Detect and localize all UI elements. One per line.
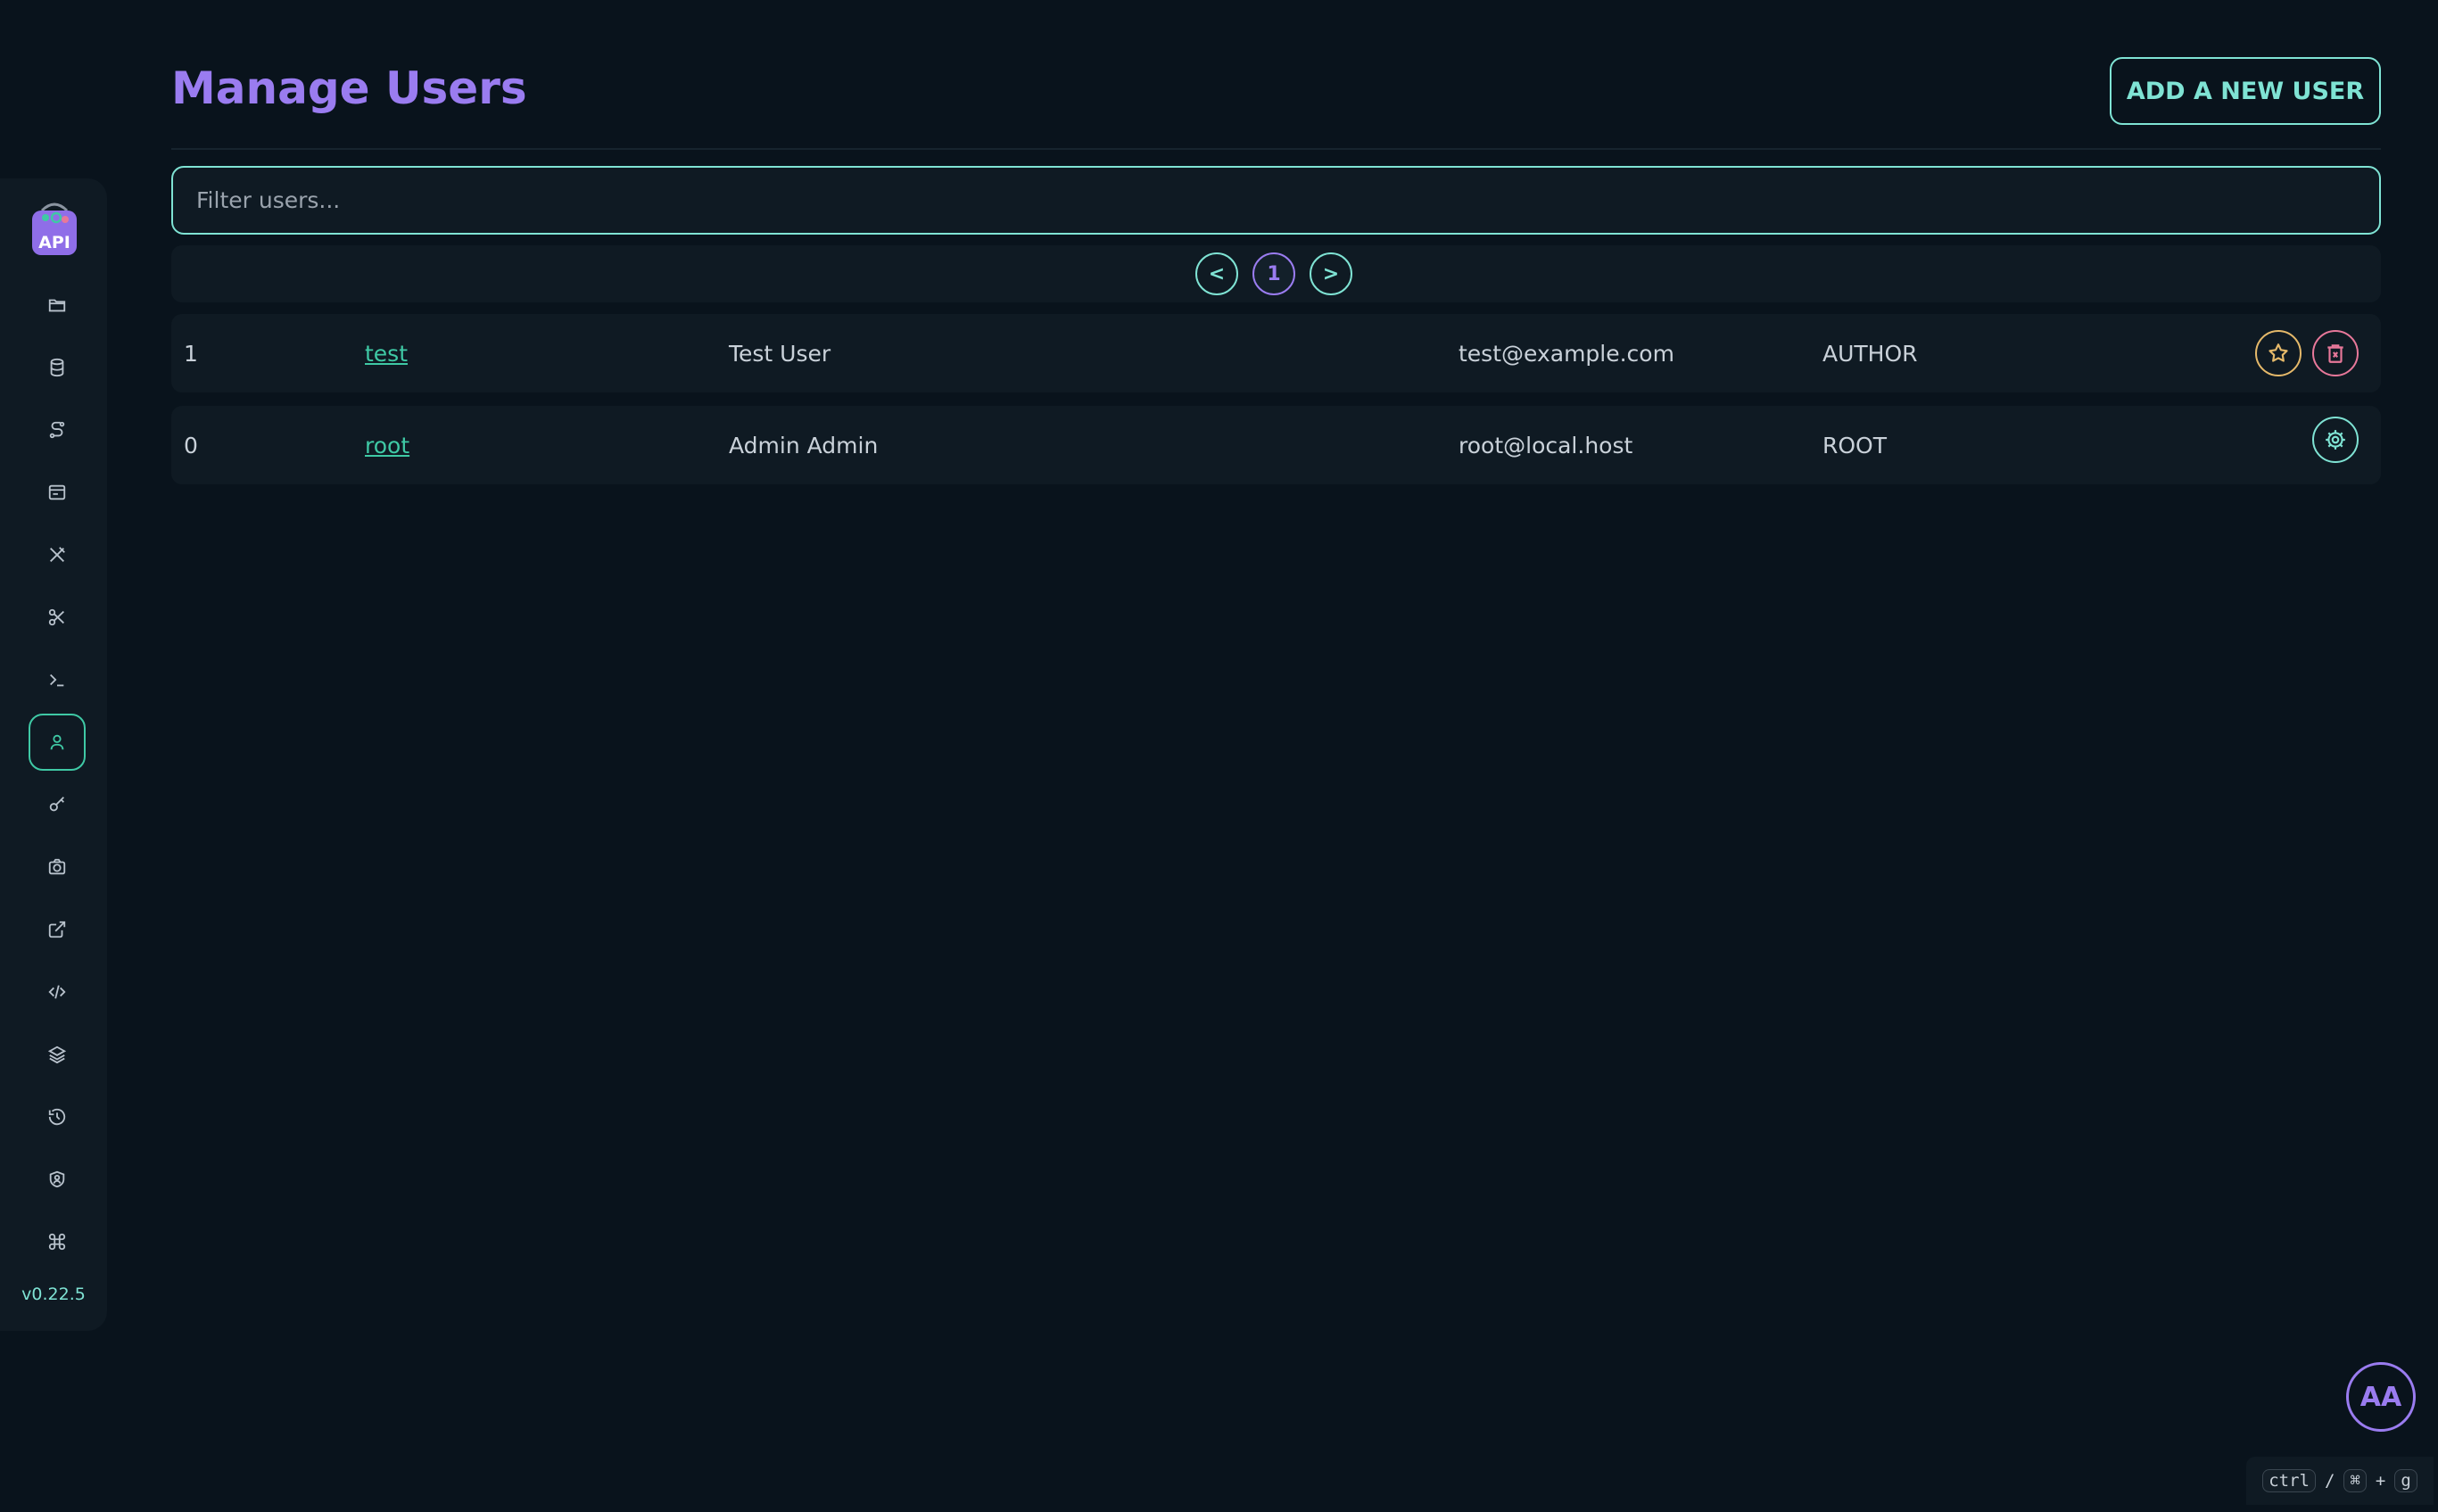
command-icon <box>48 1233 66 1251</box>
sidebar-item-files[interactable] <box>29 277 86 334</box>
gear-icon <box>2326 430 2345 450</box>
user-email: root@local.host <box>1459 432 1633 459</box>
user-full-name: Admin Admin <box>729 432 879 459</box>
app-version: v0.22.5 <box>21 1285 86 1304</box>
cmd-key: ⌘ <box>2343 1469 2367 1492</box>
code-icon <box>48 985 66 999</box>
browser-window-icon <box>48 484 66 500</box>
trash-icon <box>2327 344 2343 363</box>
camera-icon <box>48 858 66 875</box>
sidebar-item-terminal[interactable] <box>29 651 86 708</box>
key-icon <box>49 797 64 812</box>
current-page-button[interactable]: 1 <box>1252 252 1295 295</box>
history-icon <box>48 1108 66 1126</box>
pagination-bar: < 1 > <box>171 245 2381 302</box>
tools-icon <box>50 547 65 562</box>
external-link-icon <box>48 921 66 938</box>
add-new-user-button[interactable]: ADD A NEW USER <box>2110 57 2381 125</box>
sidebar-item-code[interactable] <box>29 963 86 1020</box>
sidebar-item-external[interactable] <box>29 901 86 958</box>
user-id: 0 <box>184 432 198 459</box>
sidebar-item-routes[interactable] <box>29 401 86 459</box>
api-logo-icon: API <box>32 202 77 255</box>
sidebar-item-history[interactable] <box>29 1088 86 1145</box>
user-icon <box>50 734 64 750</box>
keyboard-shortcut-hint: ctrl / ⌘ + g <box>2246 1457 2434 1505</box>
sidebar-item-user-shield[interactable] <box>29 1151 86 1208</box>
username-link[interactable]: root <box>365 433 409 459</box>
font-size-button[interactable]: AA <box>2346 1362 2416 1432</box>
shortcut-separator: / <box>2324 1471 2335 1491</box>
database-icon <box>50 358 64 377</box>
sidebar: API v0.22.5 <box>0 178 107 1331</box>
g-key: g <box>2394 1469 2417 1492</box>
user-role: ROOT <box>1822 432 1887 459</box>
prev-page-button[interactable]: < <box>1195 252 1238 295</box>
sidebar-item-users[interactable] <box>29 714 86 771</box>
app-logo[interactable]: API <box>29 198 79 257</box>
filter-users-input[interactable] <box>171 166 2381 235</box>
user-id: 1 <box>184 340 198 367</box>
table-row: 0 root Admin Admin root@local.host ROOT <box>171 406 2381 484</box>
sidebar-item-tools[interactable] <box>29 526 86 583</box>
user-shield-icon <box>49 1170 65 1188</box>
sidebar-item-keys[interactable] <box>29 776 86 833</box>
user-full-name: Test User <box>729 340 831 367</box>
sidebar-item-command[interactable] <box>29 1213 86 1270</box>
next-page-button[interactable]: > <box>1310 252 1352 295</box>
sidebar-item-database[interactable] <box>29 339 86 396</box>
sidebar-item-camera[interactable] <box>29 839 86 896</box>
page-title: Manage Users <box>171 62 527 114</box>
user-email: test@example.com <box>1459 340 1674 367</box>
table-row: 1 test Test User test@example.com AUTHOR <box>171 314 2381 392</box>
svg-text:API: API <box>38 233 70 252</box>
folder-icon <box>48 299 66 312</box>
sidebar-item-scissors[interactable] <box>29 589 86 646</box>
route-icon <box>49 421 65 439</box>
sidebar-item-window[interactable] <box>29 464 86 521</box>
layers-icon <box>47 1045 67 1064</box>
sidebar-item-layers[interactable] <box>29 1026 86 1083</box>
user-role: AUTHOR <box>1822 340 1918 367</box>
scissors-icon <box>48 608 64 626</box>
star-icon <box>2269 343 2288 362</box>
user-settings-button[interactable] <box>2312 417 2359 463</box>
terminal-icon <box>50 673 64 687</box>
promote-user-button[interactable] <box>2255 330 2302 376</box>
ctrl-key: ctrl <box>2262 1469 2316 1492</box>
shortcut-plus: + <box>2375 1471 2386 1491</box>
username-link[interactable]: test <box>365 341 408 367</box>
delete-user-button[interactable] <box>2312 330 2359 376</box>
header-divider <box>171 148 2381 150</box>
